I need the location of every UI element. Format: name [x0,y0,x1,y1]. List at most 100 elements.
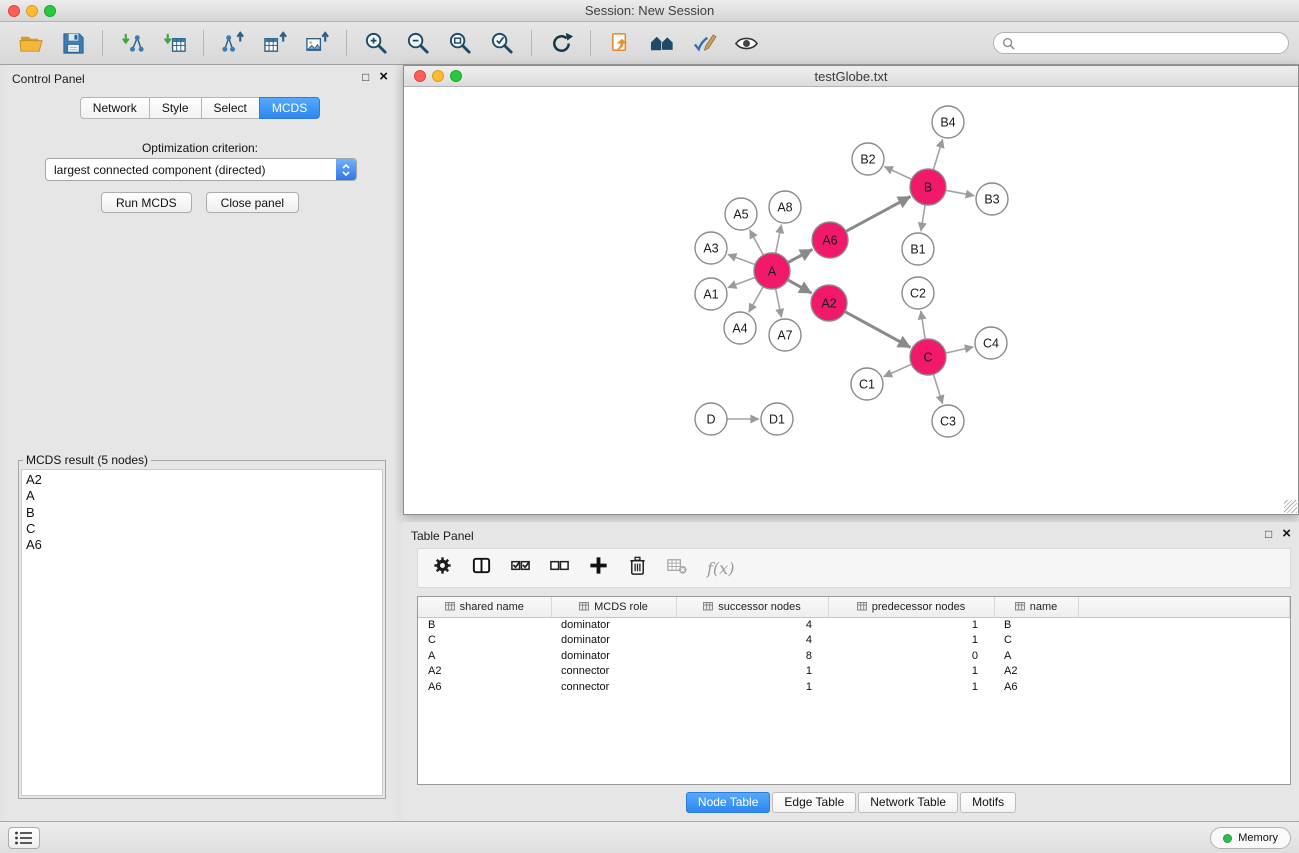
network-minimize-button[interactable] [432,70,444,82]
tab-motifs[interactable]: Motifs [960,792,1016,813]
graph-node-B2[interactable]: B2 [852,143,884,175]
tab-network[interactable]: Network [80,97,150,119]
table-cell[interactable]: C [418,633,551,649]
column-header-name[interactable]: name [994,597,1078,617]
network-maximize-button[interactable] [450,70,462,82]
mcds-result-item[interactable]: A6 [26,537,378,553]
select-all-checkboxes-icon[interactable] [510,555,531,581]
graph-node-C3[interactable]: C3 [932,405,964,437]
table-cell[interactable]: A6 [418,680,551,696]
table-cell[interactable]: A [418,649,551,665]
network-canvas[interactable]: B4B2BB3A5A8A6A3B1AC2A1A2A4A7C4CC1C3DD1 [404,87,1298,514]
tab-network-table[interactable]: Network Table [858,792,958,813]
mcds-result-item[interactable]: A2 [26,472,378,488]
graph-node-C2[interactable]: C2 [902,277,934,309]
zoom-in-icon[interactable] [360,27,392,59]
table-cell[interactable]: dominator [551,633,676,649]
mcds-result-item[interactable]: C [26,521,378,537]
graph-node-B3[interactable]: B3 [976,183,1008,215]
graph-edge-C-C2[interactable] [921,311,925,339]
table-cell[interactable]: A6 [994,680,1078,696]
table-cell[interactable]: A2 [418,664,551,680]
graph-node-B4[interactable]: B4 [932,106,964,138]
graph-node-C1[interactable]: C1 [851,368,883,400]
table-cell[interactable]: C [994,633,1078,649]
import-table-icon[interactable] [158,27,190,59]
graph-node-C4[interactable]: C4 [975,327,1007,359]
export-network-icon[interactable] [217,27,249,59]
refresh-view-icon[interactable] [545,27,577,59]
graph-edge-B-B1[interactable] [921,205,925,231]
close-panel-icon[interactable]: × [379,70,388,84]
table-cell[interactable]: 1 [828,633,994,649]
graph-edge-A-A2[interactable] [788,280,812,293]
search-input[interactable] [1020,36,1280,50]
run-mcds-button[interactable]: Run MCDS [101,192,192,213]
graph-edge-C-C4[interactable] [946,347,974,353]
zoom-fit-icon[interactable] [444,27,476,59]
graph-edge-B-B4[interactable] [933,139,942,170]
table-row[interactable]: Cdominator41C [418,633,1290,649]
table-cell[interactable]: B [418,617,551,633]
window-resize-grip[interactable] [1284,500,1297,513]
table-cell[interactable]: 4 [676,633,828,649]
table-cell[interactable]: 4 [676,617,828,633]
graph-node-D[interactable]: D [695,403,727,435]
graph-node-B[interactable]: B [910,169,946,205]
table-row[interactable]: A2connector11A2 [418,664,1290,680]
graph-edge-A2-C[interactable] [845,312,911,348]
graph-edge-A6-B[interactable] [846,197,911,232]
graph-node-A7[interactable]: A7 [769,319,801,351]
show-hide-eye-icon[interactable] [730,27,762,59]
open-session-icon[interactable] [15,27,47,59]
deselect-all-checkboxes-icon[interactable] [549,555,570,581]
import-network-icon[interactable] [116,27,148,59]
table-cell[interactable]: connector [551,680,676,696]
table-cell[interactable]: dominator [551,617,676,633]
tab-style[interactable]: Style [149,97,202,119]
column-header-successor-nodes[interactable]: successor nodes [676,597,828,617]
graph-edge-A-A8[interactable] [776,225,782,254]
graph-edge-A-A4[interactable] [749,287,763,313]
column-header-shared-name[interactable]: shared name [418,597,551,617]
zoom-out-icon[interactable] [402,27,434,59]
graph-node-A5[interactable]: A5 [725,198,757,230]
graph-edge-C-C3[interactable] [933,374,942,404]
close-panel-button[interactable]: Close panel [206,192,299,213]
network-window-titlebar[interactable]: testGlobe.txt [404,66,1298,87]
graph-edge-A-A7[interactable] [776,289,782,318]
table-cell[interactable]: A [994,649,1078,665]
mcds-result-item[interactable]: A [26,488,378,504]
column-header-predecessor-nodes[interactable]: predecessor nodes [828,597,994,617]
graph-edge-A-A3[interactable] [728,254,755,264]
graph-node-A1[interactable]: A1 [695,278,727,310]
graph-node-A4[interactable]: A4 [724,312,756,344]
graph-edge-C-C1[interactable] [884,364,912,376]
minimize-window-button[interactable] [26,5,38,17]
table-cell[interactable]: 0 [828,649,994,665]
export-table-icon[interactable] [259,27,291,59]
table-row[interactable]: Bdominator41B [418,617,1290,633]
snapshot-icon[interactable] [604,27,636,59]
maximize-window-button[interactable] [44,5,56,17]
zoom-selected-icon[interactable] [486,27,518,59]
table-row[interactable]: A6connector11A6 [418,680,1290,696]
table-cell[interactable]: 1 [828,617,994,633]
graph-edge-A-A1[interactable] [728,277,755,287]
delete-row-trash-icon[interactable] [627,555,648,581]
graph-node-A[interactable]: A [754,253,790,289]
float-panel-icon[interactable]: □ [362,70,369,84]
table-cell[interactable]: 1 [676,680,828,696]
tab-edge-table[interactable]: Edge Table [772,792,856,813]
mcds-result-list[interactable]: A2ABCA6 [21,469,383,796]
table-cell[interactable]: 1 [828,680,994,696]
save-session-icon[interactable] [57,27,89,59]
mcds-result-item[interactable]: B [26,505,378,521]
graph-node-C[interactable]: C [910,339,946,375]
graph-node-A8[interactable]: A8 [769,191,801,223]
table-cell[interactable]: B [994,617,1078,633]
task-list-button[interactable] [8,827,40,849]
export-image-icon[interactable] [301,27,333,59]
graph-edge-A-A6[interactable] [788,249,813,262]
tab-mcds[interactable]: MCDS [259,97,320,119]
